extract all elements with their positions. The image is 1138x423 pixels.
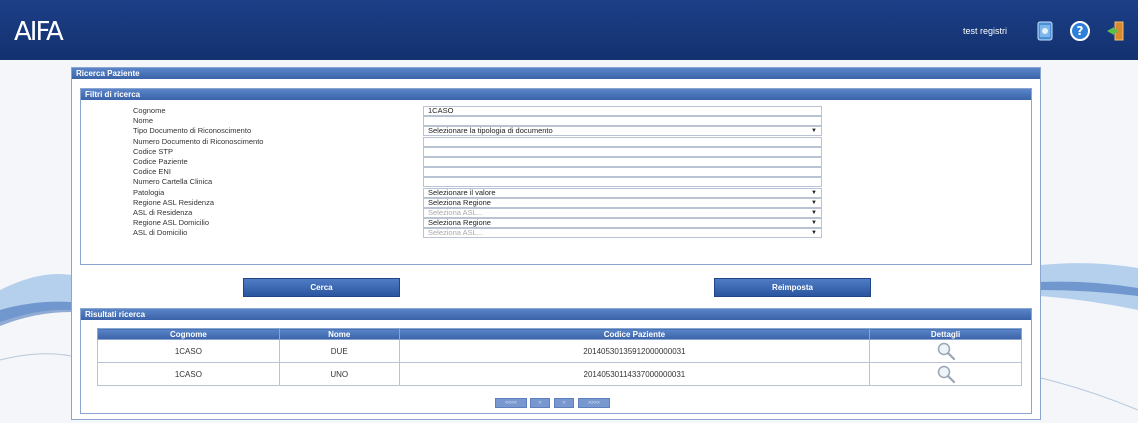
- magnifier-icon[interactable]: [936, 364, 956, 384]
- dropdown-arrow-icon: ▼: [811, 128, 817, 135]
- filter-label: ASL di Residenza: [133, 208, 193, 217]
- cell-codice-paziente: 20140530135912000000031: [398, 339, 871, 363]
- filter-input[interactable]: [423, 177, 822, 188]
- cell-cognome: 1CASO: [97, 362, 280, 386]
- filter-row: ASL di Residenza Seleziona ASL... ▼: [81, 208, 1031, 218]
- filters-title: Filtri di ricerca: [81, 89, 1031, 100]
- filter-value: Seleziona Regione: [428, 197, 491, 207]
- filter-row: Tipo Documento di Riconoscimento Selezion…: [81, 126, 1031, 137]
- top-bar: AIFA test registri ?: [0, 0, 1138, 60]
- filter-select: Seleziona ASL... ▼: [423, 228, 822, 239]
- column-header-nome[interactable]: Nome: [278, 328, 400, 340]
- filter-label: Numero Cartella Clinica: [133, 177, 213, 187]
- table-row[interactable]: 1CASO DUE 20140530135912000000031: [97, 339, 1022, 363]
- filter-row: Regione ASL Domicilio Seleziona Regione ▼: [81, 218, 1031, 229]
- filter-value: Seleziona ASL...: [428, 228, 484, 238]
- filter-label: Nome: [133, 116, 154, 126]
- filter-select[interactable]: Selezionare la tipologia di documento ▼: [423, 126, 822, 137]
- filter-input[interactable]: [423, 167, 822, 178]
- first-page-button[interactable]: <<<<: [495, 398, 527, 408]
- results-table: Cognome Nome Codice Paziente Dettagli 1C…: [97, 328, 1022, 386]
- filter-row: ASL di Domicilio Seleziona ASL... ▼: [81, 228, 1031, 239]
- filter-label: Codice Paziente: [133, 157, 188, 166]
- next-page-button[interactable]: >: [554, 398, 574, 408]
- panel-title: Ricerca Paziente: [72, 68, 1040, 79]
- filter-label: Cognome: [133, 106, 166, 115]
- last-page-button[interactable]: >>>>: [578, 398, 610, 408]
- cell-dettagli: [869, 362, 1022, 386]
- dropdown-arrow-icon: ▼: [811, 230, 817, 237]
- cell-nome: UNO: [278, 362, 400, 386]
- filter-select[interactable]: Selezionare il valore ▼: [423, 187, 822, 198]
- cell-dettagli: [869, 339, 1022, 363]
- dropdown-arrow-icon: ▼: [811, 189, 817, 196]
- filter-input[interactable]: [423, 157, 822, 167]
- table-row[interactable]: 1CASO UNO 20140530114337000000031: [97, 362, 1022, 386]
- book-icon[interactable]: [1034, 20, 1056, 42]
- filter-value: Selezionare il valore: [428, 187, 496, 197]
- filter-row: Codice ENI: [81, 167, 1031, 178]
- filter-row: Cognome 1CASO: [81, 106, 1031, 116]
- filter-input[interactable]: [423, 146, 822, 157]
- help-icon[interactable]: ?: [1069, 20, 1091, 42]
- filter-label: Codice STP: [133, 146, 174, 156]
- user-name-link[interactable]: test registri: [963, 26, 1007, 36]
- filter-value: Selezionare la tipologia di documento: [428, 126, 553, 136]
- aifa-logo[interactable]: AIFA: [14, 17, 64, 47]
- filter-label: Tipo Documento di Riconoscimento: [133, 126, 252, 136]
- filter-select: Seleziona ASL... ▼: [423, 208, 822, 218]
- reset-button[interactable]: Reimposta: [714, 278, 871, 297]
- filter-label: Regione ASL Domicilio: [133, 218, 210, 228]
- filter-select[interactable]: Seleziona Regione ▼: [423, 218, 822, 229]
- cell-cognome: 1CASO: [97, 339, 280, 363]
- column-header-dettagli: Dettagli: [869, 328, 1022, 340]
- filter-input[interactable]: 1CASO: [423, 106, 822, 116]
- filter-label: Regione ASL Residenza: [133, 197, 215, 207]
- filter-input[interactable]: [423, 116, 822, 127]
- filter-label: Numero Documento di Riconoscimento: [133, 136, 264, 146]
- column-header-codice-paziente[interactable]: Codice Paziente: [398, 328, 871, 340]
- filter-row: Nome: [81, 116, 1031, 127]
- filter-row: Numero Documento di Riconoscimento: [81, 136, 1031, 147]
- results-header-row: Cognome Nome Codice Paziente Dettagli: [97, 328, 1022, 340]
- filter-row: Patologia Selezionare il valore ▼: [81, 187, 1031, 198]
- column-header-cognome[interactable]: Cognome: [97, 328, 280, 340]
- previous-page-button[interactable]: <: [530, 398, 550, 408]
- filter-value: Seleziona Regione: [428, 218, 491, 228]
- filter-row: Codice STP: [81, 146, 1031, 157]
- filter-value: Seleziona ASL...: [428, 208, 484, 217]
- results-title: Risultati ricerca: [81, 309, 1031, 320]
- filter-select[interactable]: Seleziona Regione ▼: [423, 197, 822, 208]
- dropdown-arrow-icon: ▼: [811, 220, 817, 227]
- search-filters-section: Filtri di ricerca Cognome 1CASO Nome Tipo D…: [80, 88, 1032, 265]
- filter-input[interactable]: [423, 136, 822, 147]
- filter-label: ASL di Domicilio: [133, 228, 188, 238]
- cell-codice-paziente: 20140530114337000000031: [398, 362, 871, 386]
- search-button[interactable]: Cerca: [243, 278, 400, 297]
- search-results-section: Risultati ricerca Cognome Nome Codice Pa…: [80, 308, 1032, 414]
- filter-row: Regione ASL Residenza Seleziona Regione ▼: [81, 197, 1031, 208]
- cell-nome: DUE: [278, 339, 400, 363]
- exit-icon[interactable]: [1104, 20, 1126, 42]
- dropdown-arrow-icon: ▼: [811, 199, 817, 206]
- svg-text:?: ?: [1077, 24, 1084, 38]
- filter-label: Codice ENI: [133, 167, 171, 177]
- filter-label: Patologia: [133, 187, 165, 197]
- filter-value: 1CASO: [428, 106, 454, 115]
- filter-row: Numero Cartella Clinica: [81, 177, 1031, 188]
- magnifier-icon[interactable]: [936, 341, 956, 361]
- patient-search-panel: Ricerca Paziente Filtri di ricerca Cogno…: [71, 67, 1041, 420]
- dropdown-arrow-icon: ▼: [811, 210, 817, 216]
- filter-row: Codice Paziente: [81, 157, 1031, 167]
